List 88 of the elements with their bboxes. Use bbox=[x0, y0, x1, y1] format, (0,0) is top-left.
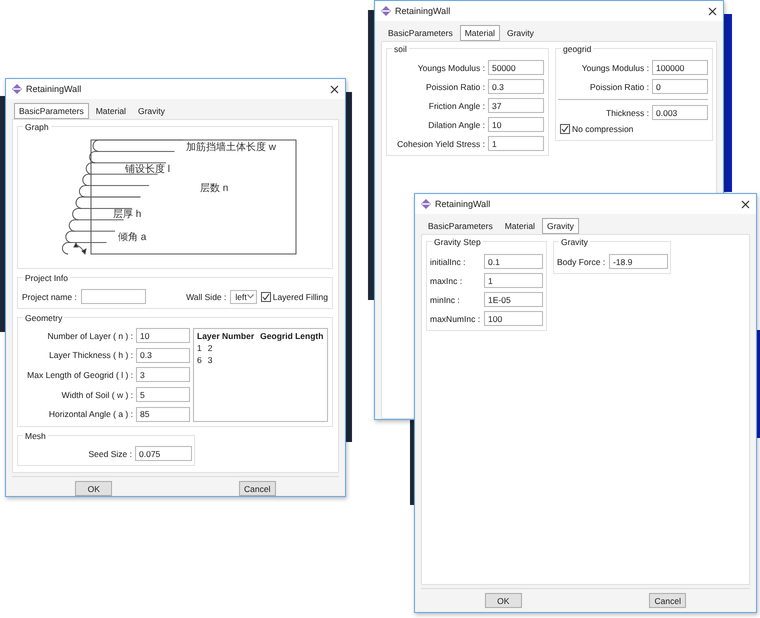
tab[interactable]: Gravity bbox=[542, 218, 579, 234]
diagram-label: 铺设长度 l bbox=[125, 164, 170, 175]
field-label: Max Length of Geogrid ( l ) : bbox=[26, 370, 133, 380]
tab[interactable]: Material bbox=[90, 103, 131, 119]
field-label: Youngs Modulus : bbox=[416, 62, 485, 72]
input-field[interactable]: 5 bbox=[136, 387, 190, 402]
check-icon bbox=[561, 125, 569, 133]
check-icon bbox=[262, 292, 270, 300]
window-title: RetainingWall bbox=[395, 6, 452, 16]
field-label: initialInc : bbox=[430, 256, 466, 266]
dialog-button[interactable]: OK bbox=[484, 593, 522, 608]
field-label: Youngs Modulus : bbox=[580, 62, 649, 72]
input-field[interactable]: 100000 bbox=[652, 60, 708, 75]
close-icon[interactable] bbox=[741, 200, 750, 208]
table-cell: 2 bbox=[208, 343, 212, 355]
table-cell: 3 bbox=[208, 355, 212, 367]
group-title: Gravity bbox=[559, 237, 590, 247]
group-title: Mesh bbox=[23, 431, 48, 441]
group-title: Graph bbox=[23, 122, 51, 132]
input-field[interactable]: 0.003 bbox=[652, 105, 708, 120]
field-label: Horizontal Angle ( a ) : bbox=[48, 409, 133, 420]
caret-icon bbox=[246, 294, 254, 299]
field-label: Poission Ratio : bbox=[424, 82, 485, 92]
tab[interactable]: BasicParameters bbox=[423, 218, 498, 234]
field-label: Layer Thickness ( h ) : bbox=[48, 350, 133, 360]
column-header: Layer Number bbox=[197, 331, 254, 343]
field-label: Width of Soil ( w ) : bbox=[60, 390, 133, 400]
group-title: geogrid bbox=[561, 44, 594, 54]
checkbox[interactable]: No compression bbox=[558, 124, 708, 134]
input-field[interactable]: 37 bbox=[488, 98, 544, 113]
input-field[interactable]: 100 bbox=[484, 311, 543, 326]
close-icon[interactable] bbox=[708, 6, 717, 16]
dialog-button[interactable]: OK bbox=[75, 481, 112, 496]
input-field[interactable]: 10 bbox=[488, 117, 544, 132]
field-label: minInc : bbox=[430, 294, 461, 304]
field-label: Wall Side : bbox=[186, 292, 226, 302]
input-field[interactable]: 1E-05 bbox=[484, 292, 543, 307]
dropdown[interactable]: left bbox=[230, 290, 257, 304]
tab[interactable]: Material bbox=[500, 218, 540, 234]
diagram-label: 层数 n bbox=[200, 183, 228, 194]
tab[interactable]: BasicParameters bbox=[14, 103, 89, 119]
table-cell: 1 bbox=[197, 343, 202, 355]
group-title: Gravity Step bbox=[432, 237, 483, 247]
tab[interactable]: Material bbox=[460, 25, 500, 41]
diagram-label: 倾角 a bbox=[118, 232, 146, 243]
table-cell: 6 bbox=[197, 355, 202, 367]
input-field[interactable]: 0.3 bbox=[136, 348, 190, 363]
input-field[interactable]: 3 bbox=[136, 367, 190, 382]
field-label: Poission Ratio : bbox=[588, 82, 649, 92]
input-field[interactable]: 0.1 bbox=[484, 254, 543, 269]
input-field[interactable]: 50000 bbox=[488, 60, 544, 75]
input-field[interactable]: 1 bbox=[484, 273, 543, 288]
field-label: Thickness : bbox=[605, 108, 649, 118]
input-field[interactable]: 10 bbox=[136, 328, 190, 344]
input-field[interactable]: 0.075 bbox=[135, 446, 192, 461]
tab[interactable]: BasicParameters bbox=[383, 25, 458, 41]
input-field[interactable]: 0 bbox=[652, 79, 708, 94]
column-header: Geogrid Length bbox=[260, 331, 324, 343]
field-label: Dilation Angle : bbox=[427, 120, 485, 130]
close-icon[interactable] bbox=[330, 84, 339, 94]
dialog-button[interactable]: Cancel bbox=[238, 481, 276, 496]
dialog-button[interactable]: Cancel bbox=[649, 593, 686, 608]
field-label: Seed Size : bbox=[88, 448, 132, 458]
app-icon bbox=[12, 84, 22, 94]
app-icon bbox=[381, 6, 391, 16]
checkbox[interactable]: Layered Filling bbox=[260, 292, 328, 302]
window-title: RetainingWall bbox=[435, 199, 492, 209]
tab[interactable]: Gravity bbox=[132, 103, 170, 119]
window-title: RetainingWall bbox=[26, 84, 82, 94]
field-label: maxNumInc : bbox=[430, 314, 481, 324]
input-field[interactable]: 0.3 bbox=[488, 79, 544, 94]
diagram-label: 加筋挡墙土体长度 w bbox=[186, 142, 276, 153]
group-title: Geometry bbox=[23, 313, 64, 323]
input-field[interactable]: 1 bbox=[488, 136, 544, 151]
group-title: soil bbox=[392, 44, 409, 54]
field-label: Project name : bbox=[22, 292, 77, 302]
field-label: Body Force : bbox=[557, 256, 606, 266]
field-label: Cohesion Yield Stress : bbox=[396, 138, 485, 148]
input-field[interactable] bbox=[80, 289, 146, 304]
input-field[interactable]: 85 bbox=[136, 406, 190, 422]
diagram-label: 层厚 h bbox=[113, 209, 142, 220]
input-field[interactable]: -18.9 bbox=[609, 254, 668, 269]
field-label: Number of Layer ( n ) : bbox=[46, 330, 133, 341]
app-icon bbox=[421, 199, 431, 209]
tab[interactable]: Gravity bbox=[502, 25, 539, 41]
field-label: maxInc : bbox=[430, 276, 464, 286]
group-title: Project Info bbox=[23, 273, 70, 283]
field-label: Friction Angle : bbox=[428, 100, 485, 110]
